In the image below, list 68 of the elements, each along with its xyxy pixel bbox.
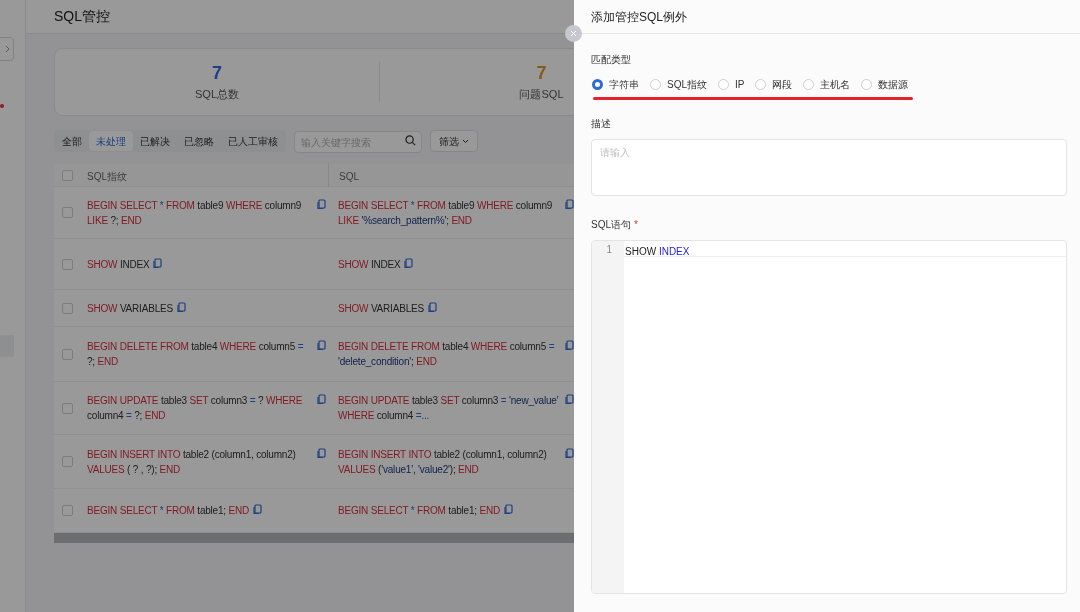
close-icon: [570, 30, 577, 37]
sql-text: BEGIN DELETE FROM table4 WHERE column5 = 'delete_condition'; END: [338, 340, 556, 369]
column-header: SQL: [339, 171, 359, 182]
sql-text: BEGIN UPDATE table3 SET column3 = ? WHERE column4 = ?; END: [87, 394, 304, 423]
radio-option[interactable]: 数据源: [861, 77, 909, 92]
stat-value: 7: [536, 61, 547, 84]
copy-icon[interactable]: [427, 301, 437, 313]
sql-text: BEGIN SELECT * FROM table9 WHERE column9 LIKE '%search_pattern%'; END: [338, 198, 554, 228]
stat-label: SQL总数: [195, 86, 239, 102]
radio-option[interactable]: 网段: [755, 77, 793, 92]
chevron-down-icon: [462, 138, 469, 144]
radio-option[interactable]: IP: [718, 77, 745, 92]
copy-icon[interactable]: [317, 394, 326, 405]
required-mark: *: [634, 218, 638, 232]
filter-tab[interactable]: 未处理: [89, 131, 133, 151]
page-title: SQL管控: [54, 7, 110, 26]
checkbox[interactable]: [61, 348, 73, 360]
filter-tab[interactable]: 已解决: [133, 131, 177, 151]
checkbox[interactable]: [61, 207, 73, 218]
code-line: SHOW INDEX: [625, 246, 690, 257]
stat-value: 7: [212, 61, 222, 84]
copy-icon[interactable]: [153, 257, 163, 269]
radio-option[interactable]: 主机名: [803, 77, 851, 92]
sql-text: SHOW VARIABLES: [338, 301, 424, 316]
checkbox[interactable]: [61, 258, 73, 270]
sql-text: BEGIN INSERT INTO table2 (column1, column2) VALUES ('value1', 'value2'); END: [338, 447, 548, 477]
checkbox[interactable]: [61, 302, 73, 314]
radio-option[interactable]: 字符串: [592, 77, 639, 92]
sql-text: BEGIN DELETE FROM table4 WHERE column5 = ?; END: [87, 340, 305, 369]
checkbox[interactable]: [61, 505, 73, 516]
copy-icon[interactable]: [565, 394, 574, 405]
checkbox[interactable]: [61, 456, 73, 467]
sql-text: BEGIN SELECT * FROM table9 WHERE column9 LIKE ?; END: [87, 198, 303, 228]
chevron-icon: [5, 45, 11, 53]
search-icon: [405, 134, 416, 146]
copy-icon[interactable]: [317, 340, 326, 351]
field-label: 匹配类型: [591, 53, 632, 67]
checkbox[interactable]: [61, 402, 73, 414]
copy-icon[interactable]: [253, 504, 262, 515]
copy-icon[interactable]: [317, 198, 326, 210]
copy-icon[interactable]: [504, 504, 513, 515]
drawer-title: 添加管控SQL例外: [591, 8, 687, 26]
column-header: SQL指纹: [87, 171, 127, 182]
copy-icon[interactable]: [565, 447, 574, 459]
filter-tab[interactable]: 全部: [55, 131, 89, 151]
sql-text: BEGIN UPDATE table3 SET column3 = 'new_value' WHERE column4 =...: [338, 394, 560, 423]
copy-icon[interactable]: [565, 340, 574, 351]
stat-label: 问题SQL: [519, 86, 564, 102]
field-label: SQL语句: [591, 218, 631, 232]
sql-text: BEGIN SELECT * FROM table1; END: [87, 504, 249, 518]
field-label: 描述: [591, 117, 612, 131]
copy-icon[interactable]: [317, 447, 326, 459]
sql-text: SHOW VARIABLES: [87, 301, 173, 316]
radio-button[interactable]: [592, 79, 603, 90]
sql-text: SHOW INDEX: [87, 257, 150, 272]
copy-icon[interactable]: [176, 301, 186, 313]
radio-option[interactable]: SQL指纹: [650, 77, 707, 92]
filter-tab[interactable]: 已忽略: [177, 131, 221, 151]
filter-dropdown[interactable]: 筛选: [430, 130, 478, 152]
code-editor[interactable]: 1 SHOW INDEX: [591, 240, 1067, 594]
sql-text: BEGIN SELECT * FROM table1; END: [338, 504, 500, 518]
checkbox[interactable]: [61, 169, 73, 181]
sql-text: SHOW INDEX: [338, 257, 401, 272]
sql-text: BEGIN INSERT INTO table2 (column1, column2) VALUES ( ? , ?); END: [87, 447, 297, 477]
filter-tab[interactable]: 已人工审核: [221, 131, 285, 151]
line-number: 1: [605, 243, 613, 257]
copy-icon[interactable]: [404, 257, 414, 269]
copy-icon[interactable]: [565, 198, 574, 210]
